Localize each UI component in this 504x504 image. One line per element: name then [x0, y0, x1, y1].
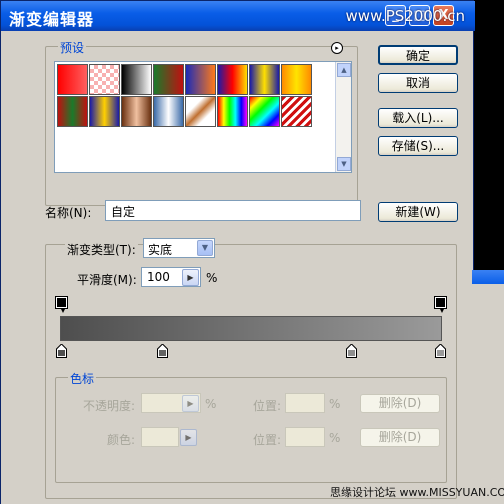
- save-button[interactable]: 存储(S)...: [378, 136, 458, 156]
- gradient-editor-window: 渐变编辑器 _ □ X 预设 ▸ ▲ ▼ 确定 取消 载入(L)... 存储(S…: [0, 0, 475, 504]
- preset-swatch[interactable]: [185, 96, 216, 127]
- preset-swatch[interactable]: [121, 96, 152, 127]
- load-button[interactable]: 载入(L)...: [378, 108, 458, 128]
- gradient-type-value: 实底: [148, 243, 173, 257]
- gradient-preview-bar[interactable]: [60, 316, 442, 341]
- color-label: 颜色:: [107, 433, 136, 447]
- dialog-body: 预设 ▸ ▲ ▼ 确定 取消 载入(L)... 存储(S)... 名称(N): …: [1, 31, 473, 504]
- opacity-label: 不透明度:: [83, 399, 136, 413]
- opacity-stop-right[interactable]: [434, 296, 447, 313]
- presets-scrollbar[interactable]: ▲ ▼: [335, 62, 351, 172]
- site-watermark: www.PS2000.cn: [345, 7, 465, 25]
- background-panel-titlebar: [472, 270, 504, 284]
- color-stop-3[interactable]: [346, 344, 357, 358]
- scroll-up-icon[interactable]: ▲: [337, 63, 351, 77]
- presets-menu-icon[interactable]: ▸: [331, 42, 343, 54]
- gradient-type-select[interactable]: 实底 ▼: [143, 238, 215, 258]
- new-button[interactable]: 新建(W): [378, 202, 458, 222]
- preset-swatch[interactable]: [89, 64, 120, 95]
- opacity-location-unit: %: [329, 397, 341, 411]
- window-title: 渐变编辑器: [9, 10, 95, 29]
- color-stop-2[interactable]: [157, 344, 168, 358]
- background-panel: [472, 270, 504, 504]
- presets-legend: 预设: [58, 39, 87, 56]
- color-picker-arrow-icon[interactable]: ▶: [180, 429, 197, 446]
- chevron-down-icon[interactable]: ▼: [197, 240, 213, 256]
- smoothness-stepper-icon[interactable]: ▶: [182, 269, 199, 286]
- preset-swatch[interactable]: [249, 96, 280, 127]
- delete-opacity-stop-button[interactable]: 删除(D): [360, 394, 440, 413]
- stops-legend: 色标: [68, 370, 97, 387]
- color-location-field[interactable]: [285, 427, 325, 447]
- ok-button[interactable]: 确定: [378, 45, 458, 65]
- preset-swatch[interactable]: [153, 96, 184, 127]
- preset-swatch[interactable]: [217, 64, 248, 95]
- preset-swatch[interactable]: [57, 64, 88, 95]
- preset-swatch[interactable]: [249, 64, 280, 95]
- preset-swatch[interactable]: [121, 64, 152, 95]
- opacity-unit: %: [205, 397, 217, 411]
- footer-watermark: 思缘设计论坛 www.MISSYUAN.COM: [330, 486, 504, 499]
- preset-swatch[interactable]: [57, 96, 88, 127]
- smoothness-label: 平滑度(M):: [77, 273, 137, 287]
- opacity-stepper-icon[interactable]: ▶: [182, 395, 199, 412]
- smoothness-unit: %: [206, 271, 218, 285]
- opacity-stop-left[interactable]: [55, 296, 68, 313]
- color-stop-1[interactable]: [56, 344, 67, 358]
- presets-grid: ▲ ▼: [54, 61, 352, 173]
- opacity-location-field[interactable]: [285, 393, 325, 413]
- preset-swatch[interactable]: [281, 64, 312, 95]
- opacity-location-label: 位置:: [253, 399, 282, 413]
- name-label: 名称(N):: [45, 206, 92, 220]
- color-location-unit: %: [329, 431, 341, 445]
- delete-color-stop-button[interactable]: 删除(D): [360, 428, 440, 447]
- color-location-label: 位置:: [253, 433, 282, 447]
- scroll-down-icon[interactable]: ▼: [337, 157, 351, 171]
- color-swatch-field[interactable]: [141, 427, 179, 447]
- preset-swatch[interactable]: [185, 64, 216, 95]
- preset-swatch[interactable]: [281, 96, 312, 127]
- preset-swatch[interactable]: [217, 96, 248, 127]
- gradient-type-label: 渐变类型(T):: [65, 241, 138, 258]
- preset-swatch[interactable]: [89, 96, 120, 127]
- preset-swatch[interactable]: [153, 64, 184, 95]
- name-field[interactable]: 自定: [105, 200, 361, 221]
- color-stop-4[interactable]: [435, 344, 446, 358]
- cancel-button[interactable]: 取消: [378, 73, 458, 93]
